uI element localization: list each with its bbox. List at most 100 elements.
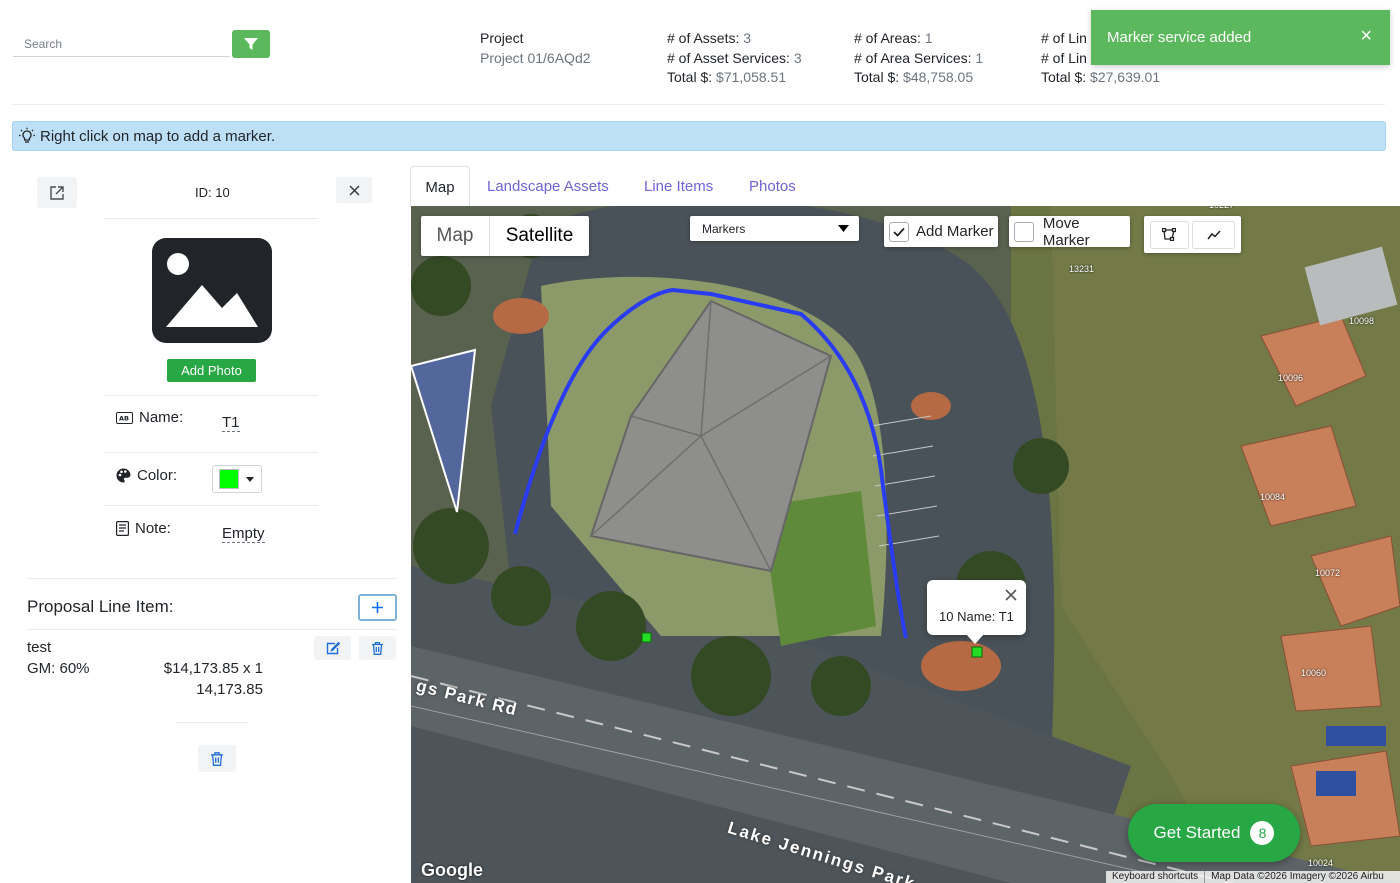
get-started-count-badge: 8 <box>1250 821 1275 845</box>
tab-landscape-assets[interactable]: Landscape Assets <box>487 178 609 195</box>
polygon-icon <box>1162 228 1177 241</box>
house-number: 10084 <box>1260 492 1286 502</box>
get-started-label: Get Started <box>1153 823 1241 842</box>
layer-select-value: Markers <box>702 221 746 236</box>
area-services-count: 1 <box>975 49 984 66</box>
divider <box>176 722 248 723</box>
areas-total: $48,758.05 <box>903 69 974 85</box>
draw-line-button[interactable] <box>1192 220 1236 249</box>
info-banner: Right click on map to add a marker. <box>12 121 1386 151</box>
line-item-name: test <box>27 639 52 656</box>
photo-placeholder-icon <box>152 238 272 343</box>
name-label-row: AB Name: <box>116 409 183 426</box>
color-label: Color: <box>137 467 178 484</box>
polyline-icon <box>1207 229 1221 239</box>
divider <box>104 505 318 506</box>
assets-total: $71,058.51 <box>716 69 787 85</box>
text-field-icon: AB <box>116 411 133 424</box>
lines-total: $27,639.01 <box>1090 69 1161 85</box>
success-toast: Marker service added × <box>1091 10 1390 65</box>
add-line-item-button[interactable] <box>358 594 397 621</box>
search-field[interactable] <box>13 28 230 57</box>
filter-icon <box>244 38 258 50</box>
trash-icon <box>211 751 223 766</box>
house-number: 10227 <box>1209 206 1234 210</box>
divider <box>27 578 397 579</box>
tab-map[interactable]: Map <box>410 166 470 207</box>
divider <box>104 452 318 453</box>
map-data-credit: Map Data ©2026 Imagery ©2026 Airbu <box>1204 871 1390 883</box>
areas-stats: # of Areas: 1 # of Area Services: 1 Tota… <box>854 29 983 88</box>
check-icon <box>893 227 905 237</box>
get-started-button[interactable]: Get Started 8 <box>1128 804 1300 862</box>
add-photo-button[interactable]: Add Photo <box>167 359 256 382</box>
color-label-row: Color: <box>116 467 177 484</box>
satellite-imagery <box>411 206 1400 883</box>
assets-stats: # of Assets: 3 # of Asset Services: 3 To… <box>667 29 802 88</box>
add-marker-toggle[interactable]: Add Marker <box>884 216 998 247</box>
areas-label: # of Areas: <box>854 30 921 46</box>
line-item-price-qty: $14,173.85 x 1 <box>163 660 263 677</box>
note-label-row: Note: <box>116 520 171 537</box>
note-value[interactable]: Empty <box>222 525 265 543</box>
line-item-pricing: $14,173.85 x 1 14,173.85 <box>150 658 263 700</box>
note-icon <box>116 521 129 536</box>
delete-marker-button[interactable] <box>198 745 236 772</box>
note-label: Note: <box>135 520 171 537</box>
lines-total-label: Total $: <box>1041 69 1087 85</box>
toast-close-icon[interactable]: × <box>1360 26 1372 46</box>
move-marker-label: Move Marker <box>1042 214 1090 249</box>
drawing-toolbar <box>1144 216 1241 253</box>
external-link-icon <box>50 185 64 200</box>
caret-down-icon <box>246 476 254 482</box>
color-picker[interactable] <box>212 465 262 493</box>
house-number: 10096 <box>1278 373 1304 383</box>
line-item-row: test GM: 60% <box>27 637 90 679</box>
assets-total-label: Total $: <box>667 69 713 85</box>
house-number: 13231 <box>1069 264 1095 274</box>
filter-button[interactable] <box>232 30 270 58</box>
map-canvas[interactable]: gs Park Rd Lake Jennings Park 10227 1323… <box>411 206 1400 883</box>
svg-text:AB: AB <box>119 414 129 422</box>
tab-line-items[interactable]: Line Items <box>644 178 713 195</box>
areas-count: 1 <box>924 30 933 46</box>
keyboard-shortcuts-link[interactable]: Keyboard shortcuts <box>1106 871 1204 883</box>
move-marker-toggle[interactable]: Move Marker <box>1009 214 1130 249</box>
delete-line-item-button[interactable] <box>359 636 396 660</box>
lightbulb-icon <box>19 127 35 143</box>
map-type-satellite-button[interactable]: Satellite <box>490 216 589 256</box>
map-attribution: Keyboard shortcuts Map Data ©2026 Imager… <box>1106 871 1400 883</box>
close-icon <box>348 184 360 196</box>
add-marker-checkbox[interactable] <box>889 221 909 242</box>
assets-count: 3 <box>743 30 752 46</box>
map-type-map-button[interactable]: Map <box>421 216 490 256</box>
info-message: Right click on map to add a marker. <box>40 127 276 145</box>
divider <box>104 218 318 219</box>
asset-services-count: 3 <box>793 49 802 66</box>
line-item-total: 14,173.85 <box>196 681 263 698</box>
name-label: Name: <box>139 409 184 426</box>
tab-photos[interactable]: Photos <box>749 178 796 195</box>
header-divider <box>13 104 1385 105</box>
marker-id: ID: 10 <box>195 185 230 200</box>
search-input[interactable] <box>13 28 230 56</box>
proposal-line-item-label: Proposal Line Item: <box>27 597 174 616</box>
edit-icon <box>326 641 340 654</box>
house-number: 10060 <box>1301 668 1327 678</box>
close-icon[interactable] <box>1005 589 1017 601</box>
area-services-label: # of Area Services: <box>854 49 972 66</box>
trash-icon <box>372 641 383 655</box>
toast-message: Marker service added <box>1107 29 1252 46</box>
open-external-button[interactable] <box>37 177 77 208</box>
asset-services-label: # of Asset Services: <box>667 49 790 66</box>
move-marker-checkbox[interactable] <box>1014 221 1034 242</box>
edit-line-item-button[interactable] <box>314 636 351 660</box>
google-logo: Google <box>421 860 483 880</box>
name-value[interactable]: T1 <box>222 414 240 432</box>
layer-select[interactable]: Markers <box>690 216 859 241</box>
project-name: Project 01/6AQd2 <box>480 49 591 66</box>
marker-info-window: 10 Name: T1 <box>927 580 1026 644</box>
caret-down-icon <box>838 225 849 232</box>
draw-polygon-button[interactable] <box>1149 220 1189 249</box>
close-panel-button[interactable] <box>336 177 372 203</box>
